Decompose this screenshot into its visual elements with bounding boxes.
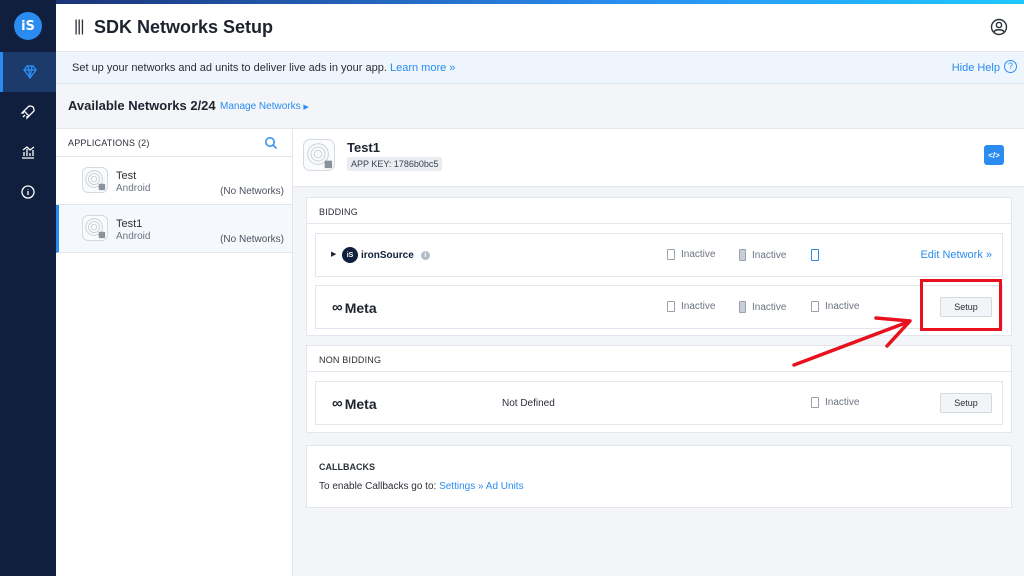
edit-network-link[interactable]: Edit Network » [920,249,992,261]
network-setup-main: Test1 APP KEY: 1786b0bc5 </> BIDDING ▶ i… [293,128,1024,576]
mobile-icon [811,301,819,312]
user-account-icon[interactable] [990,18,1008,36]
selected-app-name: Test1 [347,140,380,155]
app-platform: Android [116,183,151,194]
meta-logo-icon: ∞ [332,299,343,316]
callbacks-text: To enable Callbacks go to: [319,481,437,492]
network-status: Inactive [681,249,716,260]
network-name: Meta [344,395,377,412]
meta-logo-icon: ∞ [332,395,343,412]
settings-ad-units-link[interactable]: Settings » Ad Units [439,481,524,492]
caret-right-icon: ▶ [303,104,309,111]
analytics-icon[interactable] [0,132,56,172]
network-name: ironSource [361,249,414,261]
phone-icon [739,301,746,313]
manage-networks-link[interactable]: Manage Networks ▶ [220,101,309,112]
callbacks-panel: CALLBACKS To enable Callbacks go to: Set… [306,445,1012,508]
diamond-icon[interactable] [0,52,56,92]
app-icon [303,139,335,171]
networks-bar: Available Networks 2/24 Manage Networks … [56,84,1024,128]
ironsource-logo-icon: iS [342,247,358,263]
bidding-panel: BIDDING ▶ iS ironSource i Inactive Inact… [306,197,1012,336]
applications-header: APPLICATIONS (2) [68,138,150,148]
network-row-meta-non-bidding: ∞ Meta Not Defined Inactive Setup [315,381,1003,425]
selected-app-header: Test1 APP KEY: 1786b0bc5 </> [293,129,1024,187]
network-status: Inactive [681,301,716,312]
page-title: SDK Networks Setup [94,17,274,37]
network-name: Meta [344,299,377,316]
page-header: ||| SDK Networks Setup [56,4,1024,52]
mobile-icon [811,249,819,261]
search-icon[interactable] [264,136,278,150]
instance-status: Not Defined [502,398,555,409]
app-name: Test [116,170,137,182]
app-platform: Android [116,231,151,242]
info-icon[interactable] [0,172,56,212]
rocket-icon[interactable] [0,92,56,132]
tablet-icon [667,301,675,312]
non-bidding-title: NON BIDDING [307,346,1011,372]
app-list-item-selected[interactable]: Test1 Android (No Networks) [56,205,292,253]
network-status: Inactive [752,301,787,313]
app-icon [82,215,108,241]
menu-icon[interactable]: ||| [74,18,85,36]
phone-icon [739,249,746,261]
ironsource-logo[interactable]: iS [14,12,42,40]
app-list-item[interactable]: Test Android (No Networks) [56,157,292,205]
app-key-badge: APP KEY: 1786b0bc5 [347,157,443,171]
help-message: Set up your networks and ad units to del… [72,62,387,74]
network-row-ironsource: ▶ iS ironSource i Inactive Inactive Edit… [315,233,1003,277]
info-icon[interactable]: i [420,250,430,260]
left-rail: iS [0,0,56,576]
network-status: Inactive [752,249,787,261]
bidding-title: BIDDING [307,198,1011,224]
help-banner: Set up your networks and ad units to del… [56,52,1024,84]
hide-help-link[interactable]: Hide Help [952,62,1000,74]
setup-button[interactable]: Setup [940,393,992,413]
expand-caret-icon[interactable]: ▶ [331,250,336,258]
mobile-icon [811,397,819,408]
callbacks-title: CALLBACKS [319,462,375,472]
available-networks-count: Available Networks 2/24 [68,98,216,113]
learn-more-link[interactable]: Learn more » [390,62,455,74]
network-status: Inactive [825,397,860,408]
app-name: Test1 [116,218,143,230]
app-network-status: (No Networks) [220,186,284,197]
network-status: Inactive [825,301,860,312]
app-icon [82,167,108,193]
help-icon[interactable]: ? [1004,60,1017,73]
setup-button[interactable]: Setup [940,297,992,317]
code-button[interactable]: </> [984,145,1004,165]
app-network-status: (No Networks) [220,234,284,245]
non-bidding-panel: NON BIDDING ∞ Meta Not Defined Inactive … [306,345,1012,433]
applications-panel: APPLICATIONS (2) Test Android (No Networ… [56,128,293,576]
network-row-meta-bidding: ∞ Meta Inactive Inactive Inactive Setup [315,285,1003,329]
tablet-icon [667,249,675,260]
